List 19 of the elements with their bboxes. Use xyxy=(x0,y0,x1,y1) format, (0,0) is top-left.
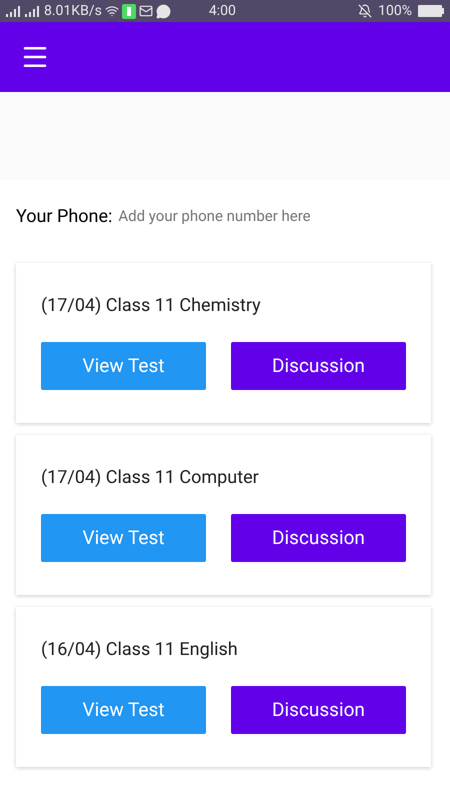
network-speed: 8.01KB/s xyxy=(44,2,102,20)
signal-icon xyxy=(25,5,41,17)
discussion-button[interactable]: Discussion xyxy=(231,514,406,562)
battery-percent: 100% xyxy=(378,2,412,20)
chat-icon xyxy=(156,4,171,18)
mail-icon xyxy=(138,4,153,18)
battery-icon xyxy=(418,5,444,17)
wifi-icon xyxy=(104,4,119,18)
discussion-button[interactable]: Discussion xyxy=(231,686,406,734)
signal-icon xyxy=(6,5,22,17)
test-title: (17/04) Class 11 Chemistry xyxy=(41,295,262,317)
test-title: (17/04) Class 11 Computer xyxy=(41,467,260,489)
phone-label: Your Phone: xyxy=(16,205,112,229)
test-title: (16/04) Class 11 English xyxy=(41,639,239,661)
discussion-button[interactable]: Discussion xyxy=(231,342,406,390)
battery-saver-icon xyxy=(122,4,136,18)
bell-off-icon xyxy=(358,4,372,18)
phone-input[interactable]: Add your phone number here xyxy=(118,205,434,228)
clock: 4:00 xyxy=(208,2,236,20)
